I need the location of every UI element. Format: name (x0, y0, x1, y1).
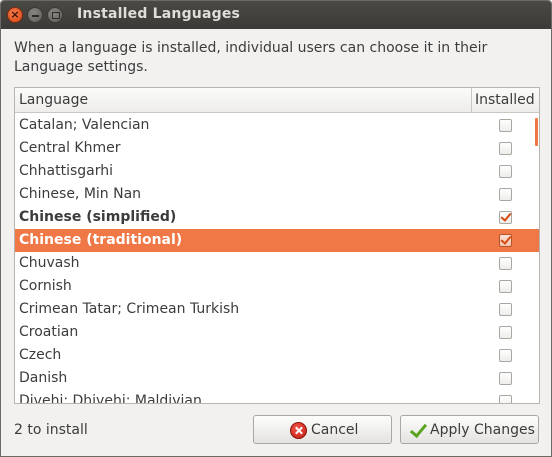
install-status: 2 to install (14, 422, 88, 438)
language-name: Chinese, Min Nan (19, 186, 142, 202)
language-name: Divehi; Dhivehi; Maldivian (19, 393, 202, 404)
installed-checkbox[interactable] (499, 280, 512, 293)
list-item[interactable]: Danish (15, 367, 539, 390)
list-header: Language Installed (15, 88, 539, 113)
column-header-installed[interactable]: Installed (475, 92, 535, 108)
cancel-icon (290, 422, 307, 439)
installed-languages-dialog: × Installed Languages When a language is… (0, 0, 552, 457)
list-item[interactable]: Chinese (traditional) (15, 229, 539, 252)
language-name: Chhattisgarhi (19, 163, 114, 179)
cancel-button-label: Cancel (311, 422, 359, 438)
installed-checkbox[interactable] (499, 165, 512, 178)
minimize-icon[interactable] (27, 7, 43, 23)
installed-checkbox[interactable] (499, 326, 512, 339)
window-title: Installed Languages (77, 6, 241, 22)
installed-checkbox[interactable] (499, 234, 512, 247)
list-item[interactable]: Cornish (15, 275, 539, 298)
checkmark-icon (409, 422, 426, 439)
installed-checkbox[interactable] (499, 142, 512, 155)
installed-checkbox[interactable] (499, 349, 512, 362)
close-icon[interactable]: × (7, 7, 23, 23)
installed-checkbox[interactable] (499, 372, 512, 385)
cancel-button[interactable]: Cancel (253, 415, 392, 444)
language-name: Danish (19, 370, 68, 386)
list-item[interactable]: Chinese (simplified) (15, 206, 539, 229)
installed-checkbox[interactable] (499, 257, 512, 270)
list-item[interactable]: Crimean Tatar; Crimean Turkish (15, 298, 539, 321)
apply-changes-button[interactable]: Apply Changes (400, 415, 539, 444)
language-name: Catalan; Valencian (19, 117, 150, 133)
language-name: Crimean Tatar; Crimean Turkish (19, 301, 240, 317)
apply-button-label: Apply Changes (430, 422, 535, 438)
installed-checkbox[interactable] (499, 119, 512, 132)
list-item[interactable]: Central Khmer (15, 137, 539, 160)
list-item[interactable]: Chinese, Min Nan (15, 183, 539, 206)
language-name: Croatian (19, 324, 79, 340)
list-item[interactable]: Chhattisgarhi (15, 160, 539, 183)
language-name: Chinese (traditional) (19, 232, 183, 248)
title-bar[interactable]: × Installed Languages (1, 1, 551, 29)
language-name: Czech (19, 347, 62, 363)
list-item[interactable]: Czech (15, 344, 539, 367)
language-name: Chuvash (19, 255, 80, 271)
language-name: Chinese (simplified) (19, 209, 177, 225)
installed-checkbox[interactable] (499, 303, 512, 316)
installed-checkbox[interactable] (499, 395, 512, 403)
language-list[interactable]: Language Installed Catalan; Valencian Cen… (14, 87, 540, 404)
language-name: Cornish (19, 278, 72, 294)
list-item[interactable]: Divehi; Dhivehi; Maldivian (15, 390, 539, 404)
language-name: Central Khmer (19, 140, 121, 156)
column-separator (471, 88, 472, 113)
column-header-language[interactable]: Language (19, 92, 88, 108)
list-item[interactable]: Chuvash (15, 252, 539, 275)
list-item[interactable]: Catalan; Valencian (15, 114, 539, 137)
description-text: When a language is installed, individual… (14, 40, 488, 75)
list-item[interactable]: Croatian (15, 321, 539, 344)
installed-checkbox[interactable] (499, 211, 512, 224)
maximize-icon[interactable] (47, 7, 63, 23)
installed-checkbox[interactable] (499, 188, 512, 201)
scrollbar[interactable] (535, 118, 538, 146)
